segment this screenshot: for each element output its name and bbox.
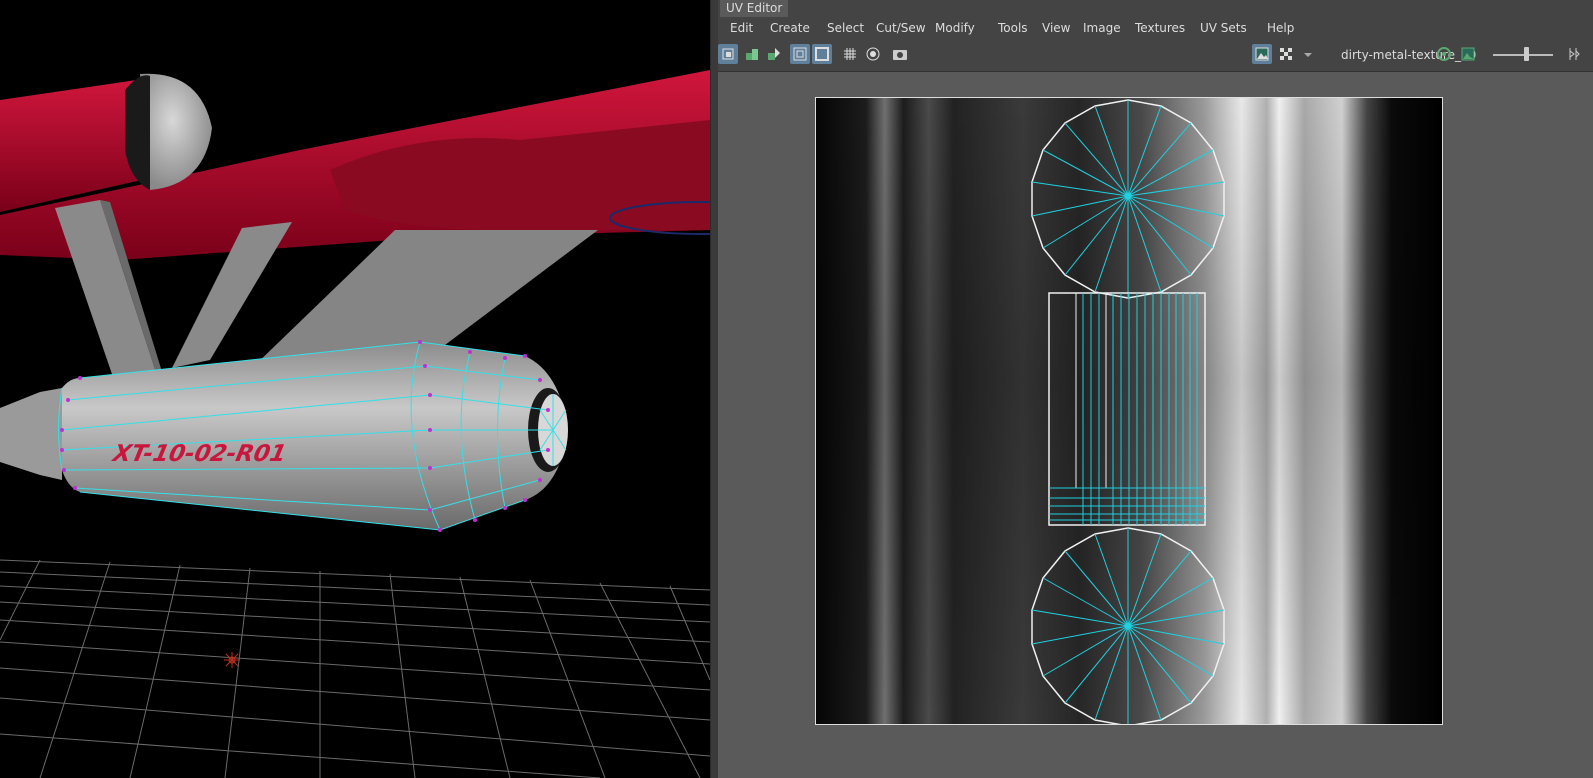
uv-editor-tab[interactable]: UV Editor [720,0,789,17]
exposure-slider-track[interactable] [1493,54,1553,56]
image-ratio-icon[interactable] [1458,44,1478,64]
menu-help[interactable]: Help [1267,17,1294,39]
uv-layout-icon[interactable] [742,44,762,64]
image-refresh-icon[interactable] [1434,44,1454,64]
uv-editor-panel: UV Editor Edit Create Select Cut/Sew Mod… [718,0,1593,778]
display-image-icon[interactable] [1252,44,1272,64]
nacelle-registry-text: XT-10-02-R01 [109,440,289,467]
menu-uv-sets[interactable]: UV Sets [1200,17,1247,39]
uv-toolbar: dirty-metal-texture_10 [718,39,1593,72]
uv-menu-bar: Edit Create Select Cut/Sew Modify Tools … [718,17,1593,39]
menu-create[interactable]: Create [770,17,810,39]
texture-borders-icon[interactable] [812,44,832,64]
exposure-slider-handle[interactable] [1524,47,1529,61]
uv-editor-title-bar: UV Editor [718,0,1593,17]
nacelle-tail [0,388,62,480]
uv-shell-icon[interactable] [718,44,738,64]
viewport-scene: XT-10-02-R01 [0,70,710,778]
menu-edit[interactable]: Edit [730,17,753,39]
menu-tools[interactable]: Tools [998,17,1028,39]
menu-view[interactable]: View [1042,17,1070,39]
checker-icon[interactable] [1276,44,1296,64]
menu-image[interactable]: Image [1083,17,1121,39]
menu-cut-sew[interactable]: Cut/Sew [876,17,926,39]
ground-grid [0,559,710,778]
light-locator-icon [224,652,240,668]
gamma-icon[interactable] [1563,44,1583,64]
isolate-select-icon[interactable] [863,44,883,64]
dropdown-icon[interactable] [1298,44,1318,64]
3d-viewport[interactable]: XT-10-02-R01 [0,0,710,778]
uv-texture-canvas[interactable] [815,97,1443,725]
uv-layout-drawing [816,98,1442,724]
shaded-uv-icon[interactable] [790,44,810,64]
menu-modify[interactable]: Modify [935,17,975,39]
menu-textures[interactable]: Textures [1135,17,1185,39]
snapshot-icon[interactable] [890,44,910,64]
texture-name-label[interactable]: dirty-metal-texture_10 [1341,45,1476,65]
uv-stack-icon[interactable] [764,44,784,64]
menu-select[interactable]: Select [827,17,864,39]
grid-toggle-icon[interactable] [840,44,860,64]
